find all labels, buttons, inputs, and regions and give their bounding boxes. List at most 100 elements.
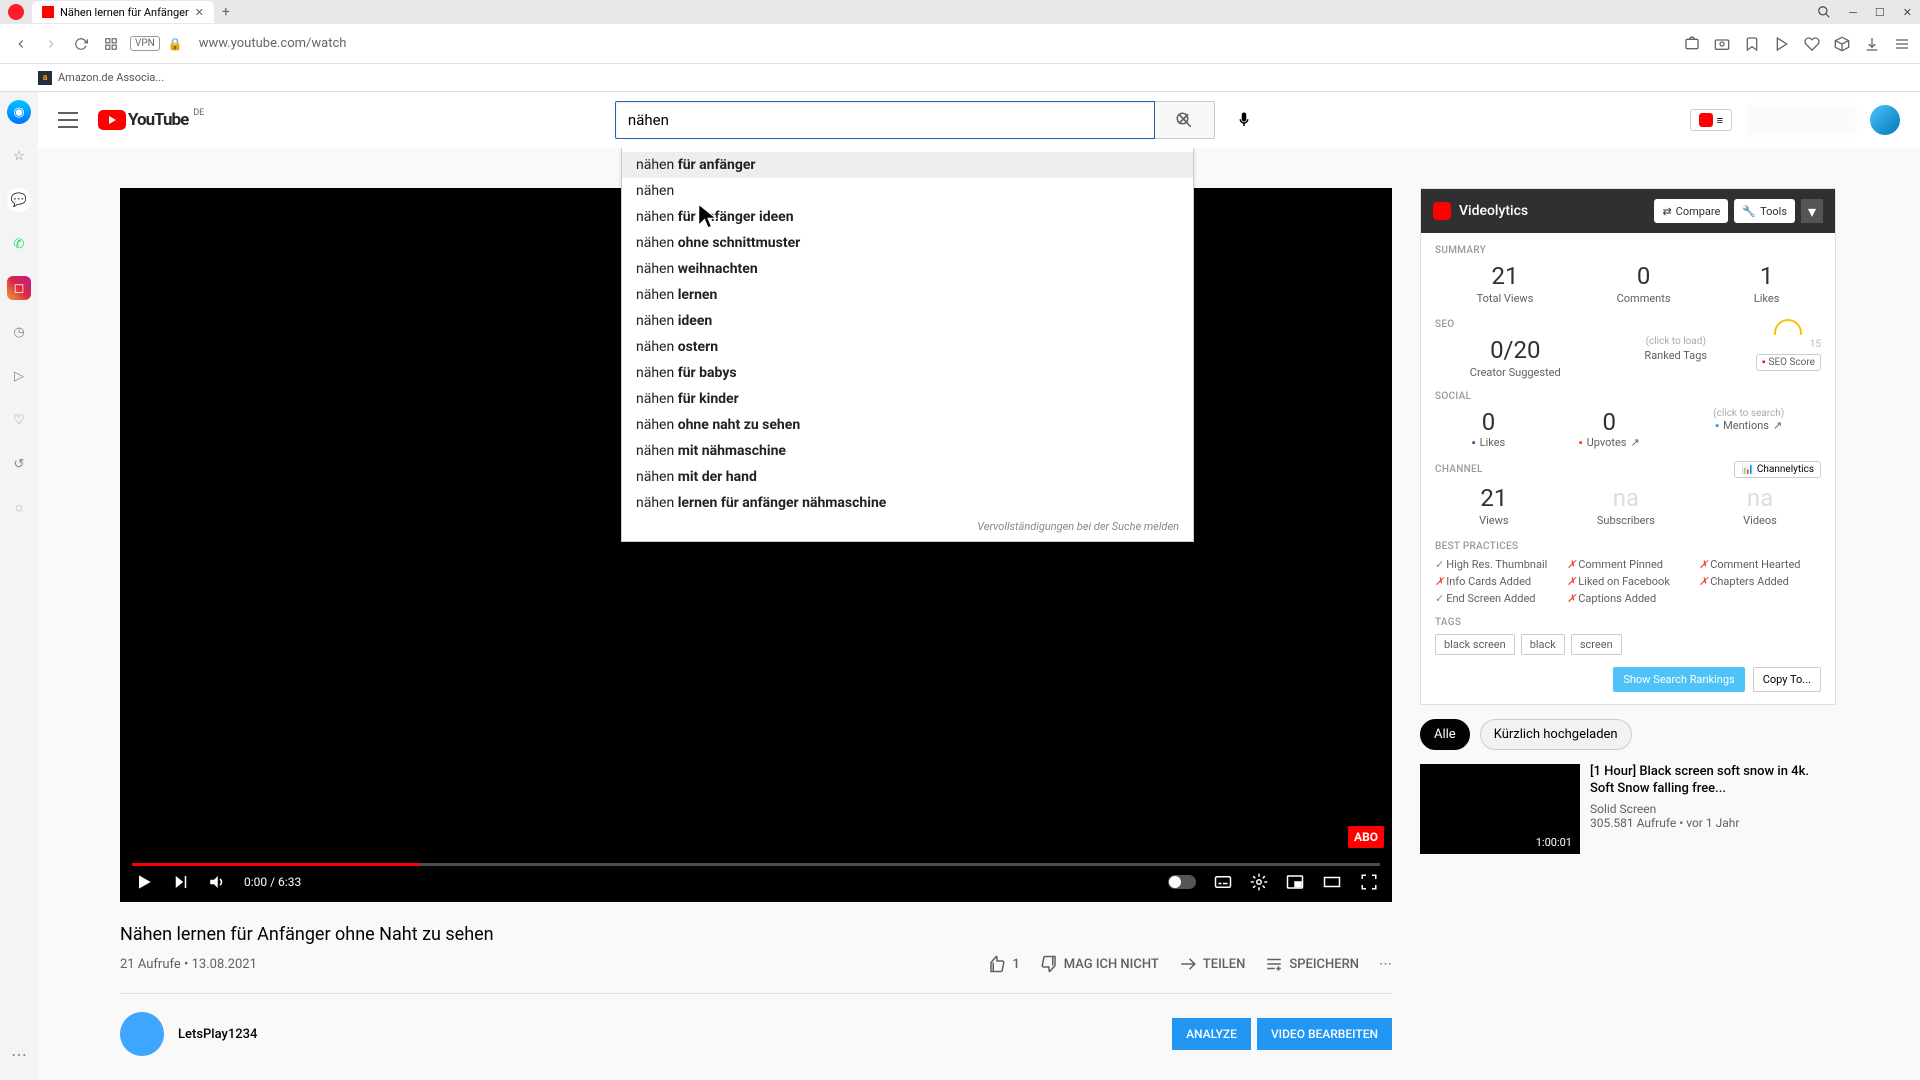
suggestion-item[interactable]: nähen ostern (622, 334, 1193, 360)
clock-icon[interactable]: ◷ (7, 320, 31, 344)
whatsapp-icon[interactable]: ✆ (7, 232, 31, 256)
reload-button[interactable] (70, 33, 92, 55)
close-icon[interactable]: ✕ (1903, 6, 1912, 19)
settings-button[interactable] (1250, 873, 1268, 891)
compare-button[interactable]: ⇄ Compare (1654, 199, 1728, 223)
seo-click-hint[interactable]: (click to load) (1596, 336, 1757, 347)
videolytics-dropdown[interactable]: ▾ (1801, 199, 1823, 223)
more-icon[interactable]: ⋯ (11, 1045, 27, 1064)
suggestion-item[interactable]: nähen für anfänger (622, 152, 1193, 178)
best-practice-item: ✗Liked on Facebook (1567, 575, 1689, 588)
search-input[interactable] (615, 101, 1155, 139)
chip-all[interactable]: Alle (1420, 719, 1470, 750)
tab-close-icon[interactable]: ✕ (195, 6, 204, 19)
history-icon[interactable]: ↺ (7, 452, 31, 476)
messenger-icon[interactable]: 💬 (7, 188, 31, 212)
bookmark-item[interactable]: Amazon.de Associa... (58, 71, 164, 84)
play-button[interactable] (134, 872, 154, 892)
social-mentions-label[interactable]: ▪Mentions ↗ (1713, 419, 1784, 432)
browser-tab[interactable]: Nähen lernen für Anfänger ✕ (32, 1, 214, 23)
suggestion-item[interactable]: nähen ohne naht zu sehen (622, 412, 1193, 438)
suggestion-item[interactable]: nähen ohne schnittmuster (622, 230, 1193, 256)
send-icon[interactable] (1774, 36, 1790, 52)
edit-video-button[interactable]: VIDEO BEARBEITEN (1257, 1018, 1392, 1050)
best-practice-item: ✓End Screen Added (1435, 592, 1557, 605)
next-button[interactable] (172, 873, 190, 891)
more-actions-button[interactable]: ⋯ (1379, 957, 1392, 972)
minimize-icon[interactable]: ─ (1849, 6, 1857, 19)
social-likes-label[interactable]: ▪Likes (1472, 436, 1505, 449)
channel-name[interactable]: LetsPlay1234 (178, 1027, 257, 1042)
guide-menu-button[interactable] (58, 112, 78, 128)
workspace-icon[interactable]: ◉ (7, 100, 31, 124)
suggestion-item[interactable]: nähen für babys (622, 360, 1193, 386)
suggestion-item[interactable]: nähen lernen für anfänger nähmaschine (622, 490, 1193, 516)
analyze-button[interactable]: ANALYZE (1172, 1018, 1251, 1050)
maximize-icon[interactable]: ☐ (1875, 6, 1885, 19)
suggestion-item[interactable]: nähen ideen (622, 308, 1193, 334)
related-video[interactable]: 1:00:01 [1 Hour] Black screen soft snow … (1420, 764, 1836, 854)
speed-dial-icon[interactable] (100, 33, 122, 55)
back-button[interactable] (10, 33, 32, 55)
player-controls: 0:00 / 6:33 (120, 862, 1392, 902)
save-button[interactable]: SPEICHERN (1265, 955, 1359, 973)
download-icon[interactable] (1864, 36, 1880, 52)
tag-item[interactable]: screen (1571, 634, 1622, 655)
voice-search-button[interactable] (1225, 101, 1263, 139)
bookmark-icon[interactable] (1744, 36, 1760, 52)
fullscreen-button[interactable] (1360, 873, 1378, 891)
related-meta: 305.581 Aufrufe • vor 1 Jahr (1590, 816, 1836, 830)
user-avatar[interactable] (1870, 105, 1900, 135)
new-tab-button[interactable]: + (222, 4, 230, 20)
suggestion-item[interactable]: nähen für anfänger ideen (622, 204, 1193, 230)
tag-item[interactable]: black (1521, 634, 1565, 655)
cube-icon[interactable] (1834, 36, 1850, 52)
subtitles-button[interactable] (1214, 873, 1232, 891)
share-button[interactable]: TEILEN (1179, 955, 1246, 973)
suggestion-item[interactable]: nähen (622, 178, 1193, 204)
vpn-badge[interactable]: VPN (130, 36, 160, 51)
forward-button[interactable] (40, 33, 62, 55)
chip-recent[interactable]: Kürzlich hochgeladen (1480, 719, 1632, 750)
instagram-icon[interactable]: ◻ (7, 276, 31, 300)
like-button[interactable]: 1 (988, 955, 1019, 973)
heart-icon[interactable] (1804, 36, 1820, 52)
show-rankings-button[interactable]: Show Search Rankings (1613, 667, 1744, 692)
dislike-button[interactable]: MAG ICH NICHT (1040, 955, 1159, 973)
tools-button[interactable]: 🔧 Tools (1734, 199, 1795, 223)
channelytics-button[interactable]: 📊 Channelytics (1734, 461, 1821, 478)
lock-icon[interactable]: 🔒 (168, 37, 183, 51)
suggestion-item[interactable]: nähen mit der hand (622, 464, 1193, 490)
suggestion-item[interactable]: nähen für kinder (622, 386, 1193, 412)
related-thumbnail[interactable]: 1:00:01 (1420, 764, 1580, 854)
youtube-logo-icon (98, 110, 126, 130)
volume-button[interactable] (208, 873, 226, 891)
channel-stat: 21Views (1479, 484, 1508, 527)
suggestion-item[interactable]: nähen mit nähmaschine (622, 438, 1193, 464)
play-icon[interactable]: ▷ (7, 364, 31, 388)
suggestion-item[interactable]: nähen weihnachten (622, 256, 1193, 282)
suggestion-item[interactable]: nähen lernen (622, 282, 1193, 308)
snapshot-icon[interactable] (1684, 36, 1700, 52)
heart-sidebar-icon[interactable]: ♡ (7, 408, 31, 432)
search-icon[interactable] (1817, 5, 1831, 19)
location-icon[interactable]: ◌ (7, 496, 31, 520)
social-click-hint[interactable]: (click to search) (1713, 408, 1784, 419)
clear-search-icon[interactable]: ✕ (1176, 110, 1191, 131)
tubebuddy-badge[interactable]: ≡ (1690, 109, 1732, 131)
miniplayer-button[interactable] (1286, 873, 1304, 891)
youtube-logo[interactable]: YouTube DE (98, 110, 188, 130)
autoplay-toggle[interactable] (1168, 875, 1196, 889)
seo-score-badge[interactable]: ▪SEO Score (1756, 354, 1821, 371)
tag-item[interactable]: black screen (1435, 634, 1515, 655)
seo-gauge-value: 15 (1756, 339, 1821, 350)
pin-icon[interactable]: ☆ (7, 144, 31, 168)
social-upvotes-label[interactable]: ▪Upvotes ↗ (1579, 436, 1640, 449)
theater-button[interactable] (1322, 873, 1342, 891)
camera-icon[interactable] (1714, 36, 1730, 52)
channel-avatar[interactable] (120, 1012, 164, 1056)
menu-icon[interactable] (1894, 36, 1910, 52)
address-bar[interactable]: www.youtube.com/watch (191, 36, 1676, 51)
copy-to-button[interactable]: Copy To... (1753, 667, 1821, 692)
suggestions-report-link[interactable]: Vervollständigungen bei der Suche melden (622, 516, 1193, 533)
